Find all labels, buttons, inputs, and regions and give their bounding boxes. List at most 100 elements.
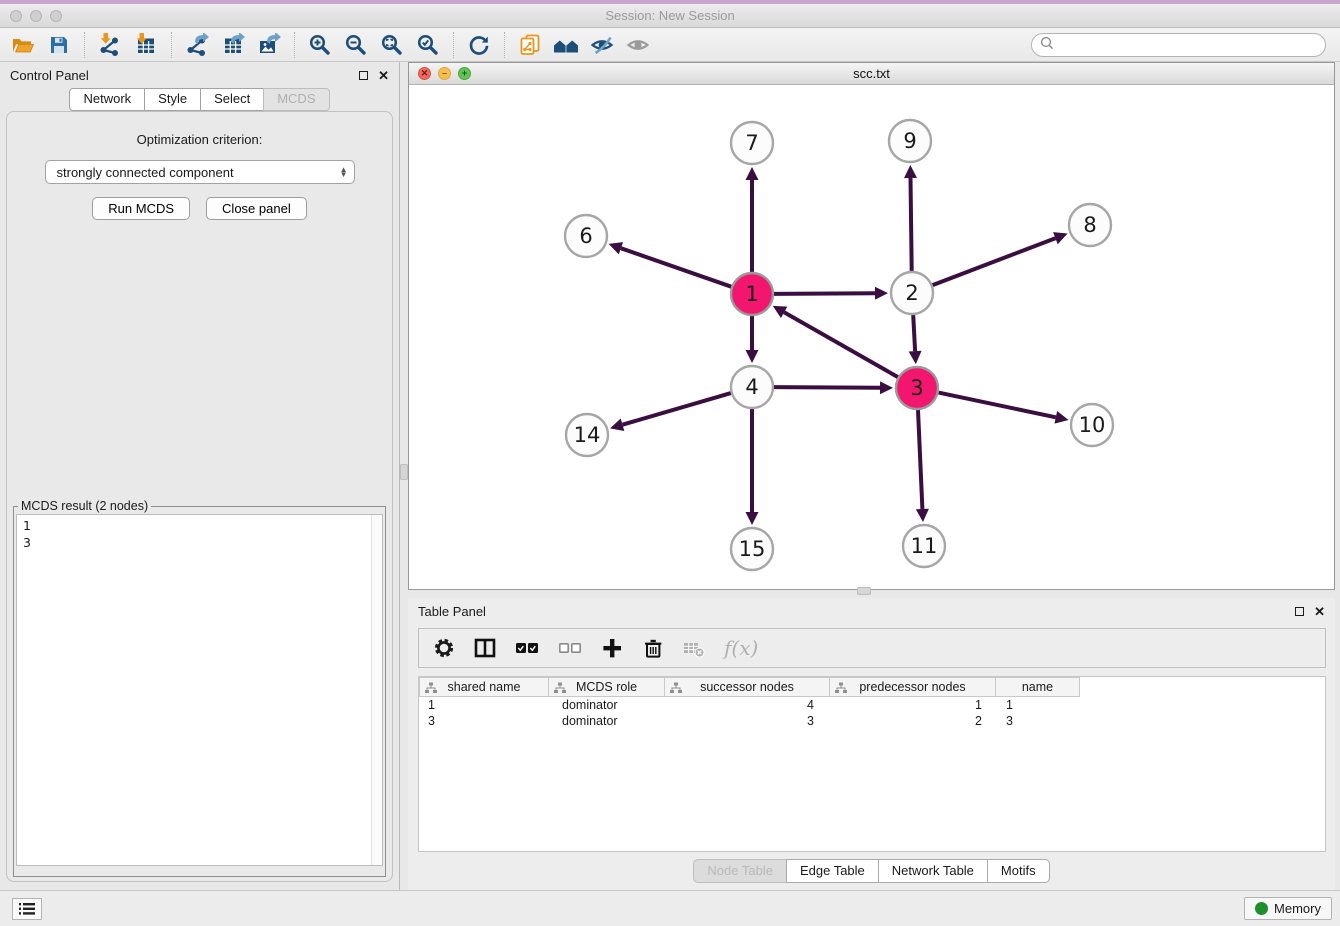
network-canvas[interactable]: 7 9 6 8 1 2 4 3 14 10 15 11: [409, 85, 1334, 589]
float-panel-icon[interactable]: [359, 71, 368, 80]
settings-icon[interactable]: [433, 637, 455, 659]
network-close-button[interactable]: ✕: [418, 67, 431, 80]
mcds-result-line: 1: [23, 517, 376, 534]
edge-3-11[interactable]: [918, 410, 922, 509]
network-from-selection-icon[interactable]: [515, 31, 545, 59]
horizontal-splitter[interactable]: [408, 590, 1335, 598]
edge-2-9[interactable]: [911, 178, 912, 271]
vertical-splitter-grip[interactable]: [400, 464, 408, 480]
cell-shared-name[interactable]: 1: [419, 697, 549, 713]
graph-node-7[interactable]: 7: [731, 122, 773, 164]
graph-node-14[interactable]: 14: [566, 414, 608, 456]
column-header-shared-name[interactable]: shared name: [419, 677, 549, 697]
hide-selected-icon[interactable]: [587, 31, 617, 59]
export-network-icon[interactable]: [182, 31, 212, 59]
edge-1-6[interactable]: [621, 248, 731, 287]
import-network-icon[interactable]: [95, 31, 125, 59]
cell-name[interactable]: 1: [996, 697, 1080, 713]
edge-2-8[interactable]: [933, 238, 1056, 285]
result-scrollbar[interactable]: [371, 515, 382, 865]
cell-predecessor-nodes[interactable]: 1: [830, 697, 996, 713]
edge-4-3[interactable]: [774, 387, 880, 388]
maximize-window-button[interactable]: [50, 10, 62, 22]
delete-row-icon[interactable]: [642, 637, 664, 659]
network-maximize-button[interactable]: +: [458, 67, 471, 80]
vertical-splitter[interactable]: [400, 62, 408, 890]
tab-mcds[interactable]: MCDS: [263, 88, 329, 111]
cell-MCDS-role[interactable]: dominator: [549, 697, 665, 713]
column-header-MCDS-role[interactable]: MCDS role: [549, 677, 665, 697]
function-builder-icon: f(x): [724, 636, 758, 660]
close-table-panel-icon[interactable]: ✕: [1314, 605, 1325, 618]
tab-select[interactable]: Select: [200, 88, 264, 111]
search-input[interactable]: [1059, 37, 1317, 52]
svg-text:6: 6: [579, 224, 592, 248]
graph-node-6[interactable]: 6: [565, 215, 607, 257]
cell-successor-nodes[interactable]: 3: [665, 713, 830, 729]
select-all-icon[interactable]: [515, 637, 539, 659]
tab-node-table[interactable]: Node Table: [693, 859, 787, 883]
cell-predecessor-nodes[interactable]: 2: [830, 713, 996, 729]
zoom-in-icon[interactable]: [305, 31, 335, 59]
edge-3-10[interactable]: [939, 393, 1056, 418]
close-window-button[interactable]: [10, 10, 22, 22]
window-controls: [10, 10, 62, 22]
edge-4-14[interactable]: [623, 393, 731, 425]
float-table-panel-icon[interactable]: [1295, 607, 1304, 616]
graph-node-11[interactable]: 11: [903, 525, 945, 567]
column-header-predecessor-nodes[interactable]: predecessor nodes: [830, 677, 996, 697]
edge-2-3[interactable]: [913, 315, 915, 351]
close-panel-icon[interactable]: ✕: [378, 69, 389, 82]
deselect-all-icon[interactable]: [558, 637, 582, 659]
cell-name[interactable]: 3: [996, 713, 1080, 729]
graph-node-8[interactable]: 8: [1069, 204, 1111, 246]
cell-successor-nodes[interactable]: 4: [665, 697, 830, 713]
svg-text:9: 9: [903, 129, 916, 153]
export-table-icon[interactable]: [218, 31, 248, 59]
tab-motifs[interactable]: Motifs: [987, 859, 1050, 883]
zoom-fit-icon[interactable]: [377, 31, 407, 59]
task-history-button[interactable]: [12, 898, 42, 920]
criterion-select[interactable]: strongly connected component ▲▼: [45, 160, 355, 184]
search-container: [1031, 33, 1326, 57]
columns-icon[interactable]: [474, 637, 496, 659]
criterion-select-value: strongly connected component: [57, 165, 234, 180]
horizontal-splitter-grip[interactable]: [857, 587, 871, 595]
graph-node-2[interactable]: 2: [891, 272, 933, 314]
minimize-window-button[interactable]: [30, 10, 42, 22]
table-row[interactable]: 3dominator323: [419, 713, 1325, 729]
cell-MCDS-role[interactable]: dominator: [549, 713, 665, 729]
graph-node-15[interactable]: 15: [731, 528, 773, 570]
table-row[interactable]: 1dominator411: [419, 697, 1325, 713]
apply-layout-icon[interactable]: [464, 31, 494, 59]
close-panel-button[interactable]: Close panel: [206, 197, 307, 220]
column-header-successor-nodes[interactable]: successor nodes: [665, 677, 830, 697]
tab-style[interactable]: Style: [144, 88, 201, 111]
column-header-name[interactable]: name: [996, 677, 1080, 697]
graph-node-9[interactable]: 9: [889, 120, 931, 162]
tab-network[interactable]: Network: [69, 88, 145, 111]
save-session-icon[interactable]: [44, 31, 74, 59]
edge-1-2[interactable]: [774, 293, 875, 294]
graph-node-1[interactable]: 1: [731, 273, 773, 315]
zoom-selected-icon[interactable]: [413, 31, 443, 59]
network-minimize-button[interactable]: –: [438, 67, 451, 80]
graph-node-3[interactable]: 3: [896, 367, 938, 409]
import-table-icon[interactable]: [131, 31, 161, 59]
mcds-result-textarea[interactable]: 13: [16, 514, 383, 866]
graph-node-10[interactable]: 10: [1071, 404, 1113, 446]
tab-network-table[interactable]: Network Table: [878, 859, 988, 883]
memory-button[interactable]: Memory: [1244, 897, 1332, 920]
export-image-icon[interactable]: [254, 31, 284, 59]
svg-text:14: 14: [574, 423, 601, 447]
zoom-out-icon[interactable]: [341, 31, 371, 59]
edge-3-1[interactable]: [784, 312, 898, 377]
first-neighbors-icon[interactable]: [551, 31, 581, 59]
cell-shared-name[interactable]: 3: [419, 713, 549, 729]
open-session-icon[interactable]: [8, 31, 38, 59]
add-row-icon[interactable]: [601, 637, 623, 659]
svg-text:15: 15: [739, 537, 766, 561]
run-mcds-button[interactable]: Run MCDS: [92, 197, 190, 220]
graph-node-4[interactable]: 4: [731, 366, 773, 408]
tab-edge-table[interactable]: Edge Table: [786, 859, 879, 883]
